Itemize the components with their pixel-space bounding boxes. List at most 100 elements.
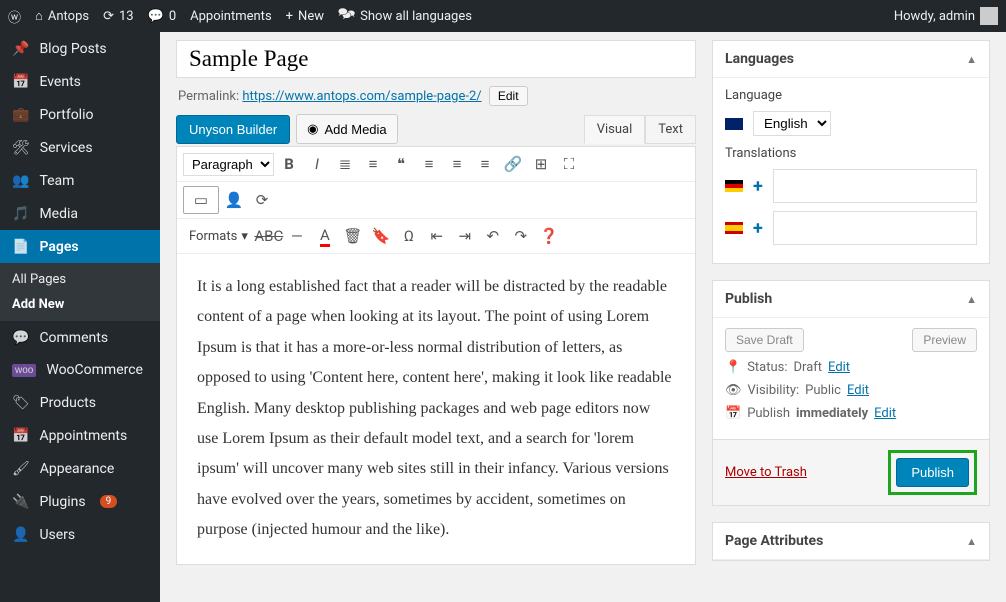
add-translation-es[interactable]: +	[753, 218, 763, 239]
toolbar-row-1b: ▭ 👤 ⟳	[177, 182, 695, 219]
omega-button[interactable]: Ω	[396, 223, 422, 249]
ul-button[interactable]: ≣	[332, 151, 358, 177]
language-select[interactable]: English	[753, 111, 831, 136]
fullscreen-button[interactable]: ⛶	[556, 151, 582, 177]
align-left-button[interactable]: ≡	[416, 151, 442, 177]
sidebar-label: Pages	[39, 239, 78, 255]
updates-link[interactable]: ⟳13	[103, 9, 134, 24]
sidebar-label: Media	[39, 206, 78, 222]
translation-input-de[interactable]	[773, 169, 977, 203]
box-button[interactable]: ▭	[183, 186, 219, 214]
publish-panel-header[interactable]: Publish▲	[713, 281, 989, 318]
sidebar-submenu-pages: All Pages Add New	[0, 263, 160, 321]
page-title-input[interactable]	[176, 40, 696, 78]
permalink-url[interactable]: https://www.antops.com/sample-page-2/	[242, 89, 481, 104]
undo-button[interactable]: ↶	[480, 223, 506, 249]
preview-button[interactable]: Preview	[912, 328, 977, 352]
add-media-label: Add Media	[325, 122, 387, 137]
sidebar-item-plugins[interactable]: 🔌Plugins9	[0, 485, 160, 518]
edit-status-link[interactable]: Edit	[828, 360, 850, 375]
plus-icon: +	[286, 9, 293, 24]
appointments-label: Appointments	[190, 9, 272, 24]
more-button[interactable]: ⊞	[528, 151, 554, 177]
italic-button[interactable]: I	[304, 151, 330, 177]
formats-label: Formats	[189, 229, 237, 244]
move-to-trash-link[interactable]: Move to Trash	[725, 465, 807, 480]
save-draft-button[interactable]: Save Draft	[725, 328, 804, 352]
woo-icon: woo	[12, 364, 36, 377]
publish-button[interactable]: Publish	[896, 458, 969, 487]
status-label: Status:	[747, 360, 787, 375]
sidebar-item-products[interactable]: 🏷Products	[0, 386, 160, 419]
media-icon: 🎵	[12, 205, 29, 222]
schedule-label: Publish	[747, 406, 790, 421]
appointments-link[interactable]: Appointments	[190, 9, 272, 24]
clear-button[interactable]: 🗑	[340, 223, 366, 249]
sidebar-item-events[interactable]: 📅Events	[0, 65, 160, 98]
sidebar-item-portfolio[interactable]: 💼Portfolio	[0, 98, 160, 131]
tab-visual[interactable]: Visual	[584, 115, 646, 144]
publish-panel: Publish▲ Save Draft Preview 📍Status: Dra…	[712, 280, 990, 506]
wordpress-icon: ⓦ	[8, 7, 21, 26]
translation-input-es[interactable]	[773, 211, 977, 245]
ol-button[interactable]: ≡	[360, 151, 386, 177]
sidebar-item-woocommerce[interactable]: wooWooCommerce	[0, 354, 160, 386]
admin-bar: ⓦ ⌂Antops ⟳13 💬0 Appointments +New 🗫Show…	[0, 0, 1006, 32]
textcolor-button[interactable]: A	[312, 223, 338, 249]
align-right-button[interactable]: ≡	[472, 151, 498, 177]
languages-panel-header[interactable]: Languages▲	[713, 41, 989, 78]
tab-text[interactable]: Text	[645, 115, 696, 144]
strike-button[interactable]: ABC	[256, 223, 282, 249]
visibility-value: Public	[805, 383, 841, 398]
sidebar-item-media[interactable]: 🎵 Media	[0, 197, 160, 230]
edit-schedule-link[interactable]: Edit	[874, 406, 896, 421]
sidebar-item-pages[interactable]: 📄Pages	[0, 230, 160, 263]
refresh-button[interactable]: ⟳	[249, 187, 275, 213]
user-menu[interactable]: Howdy, admin	[894, 7, 998, 25]
new-link[interactable]: +New	[286, 9, 324, 24]
page-attributes-header[interactable]: Page Attributes▲	[713, 523, 989, 560]
wp-logo[interactable]: ⓦ	[8, 7, 21, 26]
outdent-button[interactable]: ⇤	[424, 223, 450, 249]
site-link[interactable]: ⌂Antops	[35, 8, 89, 24]
add-translation-de[interactable]: +	[753, 176, 763, 197]
person-button[interactable]: 👤	[221, 187, 247, 213]
unyson-builder-button[interactable]: Unyson Builder	[176, 115, 290, 144]
language-label: Language	[725, 88, 977, 103]
paragraph-select[interactable]: Paragraph	[183, 153, 274, 176]
link-button[interactable]: 🔗	[500, 151, 526, 177]
add-media-button[interactable]: ◉Add Media	[296, 114, 398, 144]
align-center-button[interactable]: ≡	[444, 151, 470, 177]
translate-icon: 🗫	[338, 5, 355, 27]
sidebar-item-appointments[interactable]: 📅Appointments	[0, 419, 160, 452]
edit-permalink-button[interactable]: Edit	[489, 86, 528, 106]
sidebar-item-users[interactable]: 👤Users	[0, 518, 160, 551]
bold-button[interactable]: B	[276, 151, 302, 177]
comments-link[interactable]: 💬0	[148, 9, 177, 24]
publish-highlight: Publish	[888, 450, 977, 495]
sidebar-sub-add-new[interactable]: Add New	[0, 292, 160, 317]
updates-count: 13	[119, 9, 134, 24]
sidebar-item-comments[interactable]: 💬Comments	[0, 321, 160, 354]
editor-body[interactable]: It is a long established fact that a rea…	[177, 254, 695, 564]
sidebar-item-services[interactable]: 🛠Services	[0, 131, 160, 164]
sidebar-item-appearance[interactable]: 🖌Appearance	[0, 452, 160, 485]
page-attributes-panel: Page Attributes▲	[712, 522, 990, 561]
indent-button[interactable]: ⇥	[452, 223, 478, 249]
hr-button[interactable]: —	[284, 223, 310, 249]
sidebar-item-team[interactable]: 👥Team	[0, 164, 160, 197]
edit-visibility-link[interactable]: Edit	[847, 383, 869, 398]
languages-panel: Languages▲ Language English Translations…	[712, 40, 990, 264]
help-button[interactable]: ❓	[536, 223, 562, 249]
sidebar-label: Plugins	[39, 494, 85, 510]
user-icon: 👤	[12, 526, 29, 543]
show-langs-link[interactable]: 🗫Show all languages	[338, 5, 472, 27]
tinymce-editor: Paragraph B I ≣ ≡ ❝ ≡ ≡ ≡ 🔗 ⊞ ⛶ ▭ 👤 ⟳	[176, 146, 696, 565]
tag-button[interactable]: 🔖	[368, 223, 394, 249]
formats-select[interactable]: Formats▾	[183, 229, 254, 244]
sidebar-label: Blog Posts	[39, 41, 106, 57]
quote-button[interactable]: ❝	[388, 151, 414, 177]
sidebar-item-blog-posts[interactable]: 📌Blog Posts	[0, 32, 160, 65]
sidebar-sub-all-pages[interactable]: All Pages	[0, 267, 160, 292]
redo-button[interactable]: ↷	[508, 223, 534, 249]
